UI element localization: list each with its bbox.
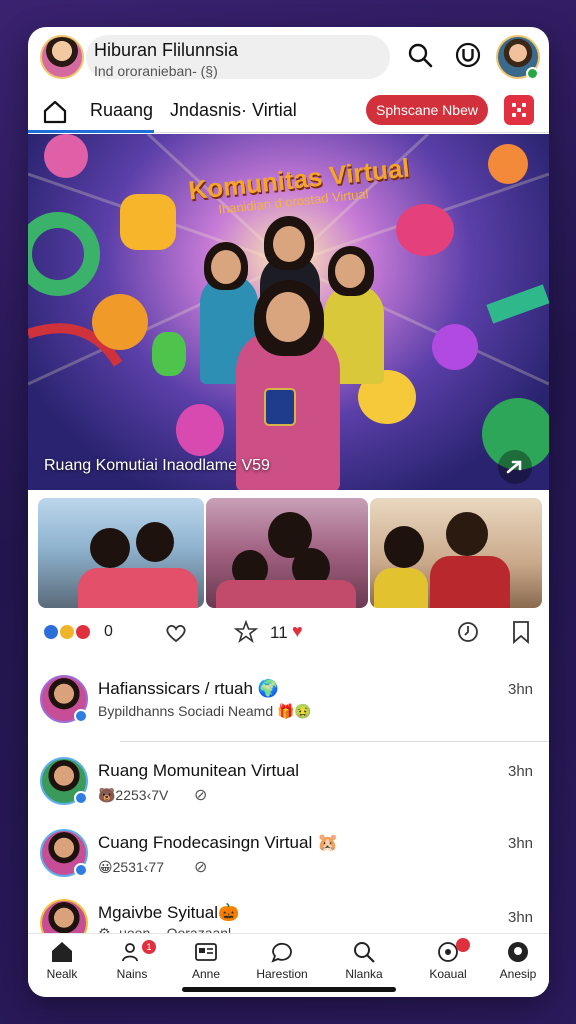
reply-icon[interactable]: ⊘ <box>194 785 207 805</box>
nav-label: Koaual <box>429 967 467 981</box>
heart-icon[interactable] <box>164 621 188 645</box>
verified-badge-icon <box>74 791 88 805</box>
green-creature <box>152 332 186 376</box>
item-title: Ruang Momunitean Virtual <box>98 761 299 780</box>
nav-item-nains[interactable]: 1 Nains <box>100 940 164 992</box>
bookmark-icon[interactable] <box>510 620 532 644</box>
item-time: 3hn <box>508 835 534 852</box>
post-actions: 0 11 ♥ <box>28 615 549 655</box>
share-arrow-icon <box>506 460 522 474</box>
item-subtitle: 🐻2253‹7V <box>98 787 169 803</box>
chat-icon <box>271 942 292 963</box>
item-time: 3hn <box>508 681 534 698</box>
avatar <box>40 899 88 935</box>
search-icon <box>354 942 375 963</box>
nav-item-anesip[interactable]: Anesip <box>486 940 549 992</box>
balloon-left <box>44 134 88 178</box>
person-back-face <box>273 226 305 262</box>
reaction-count: 0 <box>104 623 113 640</box>
cat-emoji <box>92 294 148 350</box>
nav-item-harestion[interactable]: Harestion <box>250 940 314 992</box>
u-circle-icon[interactable] <box>454 41 482 69</box>
grid-menu-icon[interactable] <box>504 95 534 125</box>
list-item[interactable]: Cuang Fnodecasingn Virtual 🐹 😀2531‹77 ⊘ … <box>28 825 549 887</box>
flower-emoji <box>432 324 478 370</box>
tab-ruaang[interactable]: Ruaang <box>90 100 153 121</box>
item-title: Cuang Fnodecasingn Virtual 🐹 <box>98 833 339 852</box>
star-emoji <box>120 194 176 250</box>
nav-label: Nains <box>116 967 148 981</box>
list-item[interactable]: Mgaivbe Syitual🎃 ⚙ ·uoon .· Oorazaanl 3h… <box>28 895 549 935</box>
pink-creature <box>176 404 224 456</box>
item-time: 3hn <box>508 909 534 926</box>
nav-item-anne[interactable]: Anne <box>174 940 238 992</box>
reply-icon[interactable]: ⊘ <box>194 857 207 877</box>
home-icon <box>52 942 72 962</box>
tab-virtual[interactable]: Jndasnis· Virtial <box>170 100 297 121</box>
photo-thumb-2[interactable] <box>206 498 368 608</box>
nav-label: Anesip <box>499 967 537 981</box>
photo-thumb-3[interactable] <box>370 498 542 608</box>
photo-thumb-1[interactable] <box>38 498 204 608</box>
user-avatar[interactable] <box>40 35 84 79</box>
likes-count: 11 <box>270 623 288 642</box>
active-tab-indicator <box>28 130 154 133</box>
app-window: Hiburan Flilunnsia Ind ororanieban- (§) … <box>28 27 549 997</box>
id-card-icon <box>195 943 217 961</box>
item-time: 3hn <box>508 763 534 780</box>
notification-badge: 1 <box>142 940 156 954</box>
verified-badge-icon <box>526 67 539 80</box>
group-subtitle: Ind ororanieban- (§) <box>94 63 218 79</box>
divider <box>120 741 549 742</box>
nav-label: Harestion <box>256 967 308 981</box>
verified-badge-icon <box>74 863 88 877</box>
hero-caption: Ruang Komutiai Inaodlame V59 <box>44 457 270 474</box>
item-title: Hafianssicars / rtuah 🌍 <box>98 679 279 698</box>
nav-label: Nealk <box>46 967 78 981</box>
reaction-red-icon <box>74 623 92 641</box>
group-title: Hiburan Flilunnsia <box>94 40 239 60</box>
clock-icon[interactable] <box>456 620 480 644</box>
home-icon[interactable] <box>42 99 68 125</box>
cta-button[interactable]: Sphscane Nbew <box>366 95 488 125</box>
item-subtitle: 😀2531‹77 <box>98 859 164 875</box>
top-header: Hiburan Flilunnsia Ind ororanieban- (§) <box>28 27 549 91</box>
feed-list: Hafianssicars / rtuah 🌍 Bypildhanns Soci… <box>28 657 549 935</box>
group-title-pill[interactable]: Hiburan Flilunnsia Ind ororanieban- (§) <box>86 35 390 79</box>
verified-badge-icon <box>74 709 88 723</box>
red-heart-icon: ♥ <box>292 621 303 641</box>
nav-label: Nlanka <box>345 967 383 981</box>
share-button[interactable] <box>498 450 532 484</box>
nav-item-nlanka[interactable]: Nlanka <box>332 940 396 992</box>
nav-item-nealk[interactable]: Nealk <box>30 940 94 992</box>
account-icon <box>508 942 528 962</box>
person-left-face <box>211 250 241 284</box>
hero-banner[interactable]: Komunitas Virtual Ihanidian d orostad Vi… <box>28 134 549 490</box>
person-right-face <box>335 254 365 288</box>
home-indicator[interactable] <box>182 987 396 992</box>
phone-device <box>264 388 296 426</box>
tab-bar: Ruaang Jndasnis· Virtial Sphscane Nbew <box>28 91 549 133</box>
star-icon[interactable] <box>234 620 258 644</box>
item-subtitle: Bypildhanns Sociadi Neamd 🎁🤢 <box>98 703 312 719</box>
search-icon[interactable] <box>406 41 434 69</box>
notification-badge <box>456 938 470 952</box>
balloon-right <box>488 144 528 184</box>
list-item[interactable]: Ruang Momunitean Virtual 🐻2253‹7V ⊘ 3hn <box>28 753 549 815</box>
nav-item-koaual[interactable]: Koaual <box>416 938 480 992</box>
nav-label: Anne <box>191 967 221 981</box>
list-item[interactable]: Hafianssicars / rtuah 🌍 Bypildhanns Soci… <box>28 673 549 737</box>
item-title: Mgaivbe Syitual🎃 <box>98 903 240 922</box>
photo-strip <box>28 492 549 612</box>
monster-emoji <box>396 204 454 256</box>
person-center-face <box>266 292 310 342</box>
people-icon <box>122 943 138 962</box>
